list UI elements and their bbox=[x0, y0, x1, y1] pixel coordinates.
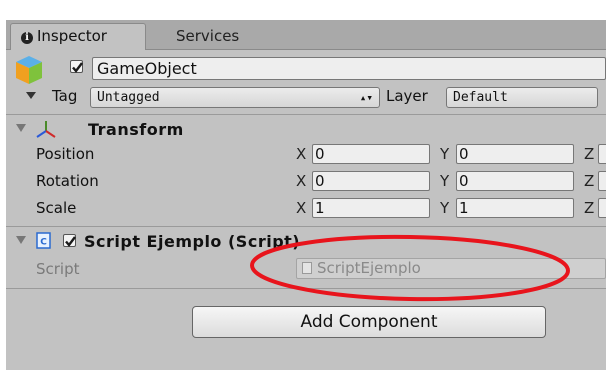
red-annotation-ellipse bbox=[250, 234, 570, 302]
